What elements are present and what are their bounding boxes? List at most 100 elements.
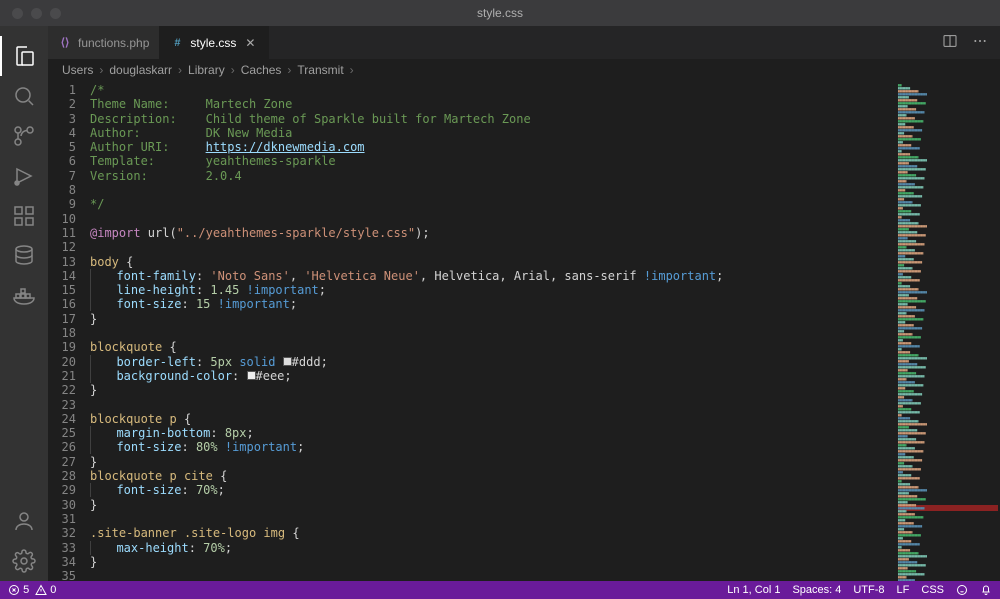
code-line[interactable]: Version: 2.0.4 xyxy=(90,169,896,183)
line-number: 5 xyxy=(48,140,76,154)
close-tab-icon[interactable]: ✕ xyxy=(242,35,258,51)
line-number: 15 xyxy=(48,283,76,297)
code-line[interactable]: background-color: #eee; xyxy=(90,369,896,383)
code-line[interactable]: } xyxy=(90,455,896,469)
line-number: 29 xyxy=(48,483,76,497)
code-line[interactable]: font-size: 70%; xyxy=(90,483,896,497)
code-line[interactable] xyxy=(90,512,896,526)
line-number: 14 xyxy=(48,269,76,283)
code-line[interactable] xyxy=(90,326,896,340)
line-number: 10 xyxy=(48,212,76,226)
line-number: 22 xyxy=(48,383,76,397)
code-line[interactable] xyxy=(90,398,896,412)
color-swatch-icon xyxy=(247,371,256,380)
settings-gear-icon[interactable] xyxy=(0,541,48,581)
breadcrumb-segment[interactable]: Caches xyxy=(241,63,282,77)
window-controls xyxy=(0,8,61,19)
breadcrumb-segment[interactable]: Users xyxy=(62,63,93,77)
explorer-icon[interactable] xyxy=(0,36,48,76)
breadcrumbs[interactable]: Users›douglaskarr›Library›Caches›Transmi… xyxy=(48,59,1000,81)
status-bar: 5 0 Ln 1, Col 1 Spaces: 4 UTF-8 LF CSS xyxy=(0,581,1000,599)
accounts-icon[interactable] xyxy=(0,501,48,541)
breadcrumb-segment[interactable]: Transmit xyxy=(297,63,343,77)
code-line[interactable]: font-family: 'Noto Sans', 'Helvetica Neu… xyxy=(90,269,896,283)
line-number: 20 xyxy=(48,355,76,369)
close-window-icon[interactable] xyxy=(12,8,23,19)
cursor-position[interactable]: Ln 1, Col 1 xyxy=(727,584,780,596)
breadcrumb-segment[interactable]: douglaskarr xyxy=(109,63,172,77)
line-number: 3 xyxy=(48,112,76,126)
split-editor-icon[interactable] xyxy=(942,33,958,52)
code-line[interactable] xyxy=(90,212,896,226)
window-title: style.css xyxy=(477,6,523,20)
extensions-icon[interactable] xyxy=(0,196,48,236)
activity-bar xyxy=(0,26,48,581)
code-line[interactable]: Template: yeahthemes-sparkle xyxy=(90,154,896,168)
title-bar: style.css xyxy=(0,0,1000,26)
code-line[interactable]: font-size: 80% !important; xyxy=(90,440,896,454)
line-number: 11 xyxy=(48,226,76,240)
line-number: 6 xyxy=(48,154,76,168)
code-line[interactable]: line-height: 1.45 !important; xyxy=(90,283,896,297)
indentation[interactable]: Spaces: 4 xyxy=(792,584,841,596)
code-line[interactable]: blockquote { xyxy=(90,340,896,354)
chevron-right-icon: › xyxy=(350,63,354,77)
chevron-right-icon: › xyxy=(99,63,103,77)
notifications-icon[interactable] xyxy=(980,584,992,596)
zoom-window-icon[interactable] xyxy=(50,8,61,19)
line-number: 34 xyxy=(48,555,76,569)
code-line[interactable]: @import url("../yeahthemes-sparkle/style… xyxy=(90,226,896,240)
line-number: 31 xyxy=(48,512,76,526)
code-line[interactable]: Description: Child theme of Sparkle buil… xyxy=(90,112,896,126)
code-line[interactable]: font-size: 15 !important; xyxy=(90,297,896,311)
code-line[interactable]: } xyxy=(90,312,896,326)
errors-count[interactable]: 5 xyxy=(8,584,29,596)
tab-style-css[interactable]: # style.css ✕ xyxy=(160,26,269,59)
search-icon[interactable] xyxy=(0,76,48,116)
database-icon[interactable] xyxy=(0,236,48,276)
code-line[interactable]: margin-bottom: 8px; xyxy=(90,426,896,440)
line-number: 17 xyxy=(48,312,76,326)
run-debug-icon[interactable] xyxy=(0,156,48,196)
code-line[interactable]: border-left: 5px solid #ddd; xyxy=(90,355,896,369)
code-line[interactable]: Author URI: https://dknewmedia.com xyxy=(90,140,896,154)
minimize-window-icon[interactable] xyxy=(31,8,42,19)
css-file-icon: # xyxy=(170,36,184,50)
feedback-icon[interactable] xyxy=(956,584,968,596)
php-file-icon: ⟨⟩ xyxy=(58,36,72,50)
line-number: 35 xyxy=(48,569,76,581)
code-editor[interactable]: /*Theme Name: Martech ZoneDescription: C… xyxy=(90,81,896,581)
code-line[interactable] xyxy=(90,569,896,581)
tab-functions-php[interactable]: ⟨⟩ functions.php xyxy=(48,26,160,59)
tab-label: functions.php xyxy=(78,36,149,50)
language-mode[interactable]: CSS xyxy=(921,584,944,596)
line-number: 13 xyxy=(48,255,76,269)
code-line[interactable]: Author: DK New Media xyxy=(90,126,896,140)
tab-label: style.css xyxy=(190,36,236,50)
breadcrumb-segment[interactable]: Library xyxy=(188,63,225,77)
minimap[interactable]: ████████████████████████████████████████… xyxy=(896,81,1000,581)
line-number: 7 xyxy=(48,169,76,183)
code-line[interactable]: */ xyxy=(90,197,896,211)
eol[interactable]: LF xyxy=(897,584,910,596)
code-line[interactable]: .site-banner .site-logo img { xyxy=(90,526,896,540)
code-line[interactable] xyxy=(90,183,896,197)
code-line[interactable]: } xyxy=(90,555,896,569)
code-line[interactable]: max-height: 70%; xyxy=(90,541,896,555)
code-line[interactable] xyxy=(90,240,896,254)
line-number: 2 xyxy=(48,97,76,111)
code-line[interactable]: } xyxy=(90,498,896,512)
more-actions-icon[interactable] xyxy=(972,33,988,52)
code-line[interactable]: blockquote p { xyxy=(90,412,896,426)
code-line[interactable]: blockquote p cite { xyxy=(90,469,896,483)
line-number-gutter: 1234567891011121314151617181920212223242… xyxy=(48,81,90,581)
docker-icon[interactable] xyxy=(0,276,48,316)
code-line[interactable]: Theme Name: Martech Zone xyxy=(90,97,896,111)
line-number: 23 xyxy=(48,398,76,412)
code-line[interactable]: /* xyxy=(90,83,896,97)
code-line[interactable]: body { xyxy=(90,255,896,269)
warnings-count[interactable]: 0 xyxy=(35,584,56,596)
code-line[interactable]: } xyxy=(90,383,896,397)
encoding[interactable]: UTF-8 xyxy=(853,584,884,596)
source-control-icon[interactable] xyxy=(0,116,48,156)
